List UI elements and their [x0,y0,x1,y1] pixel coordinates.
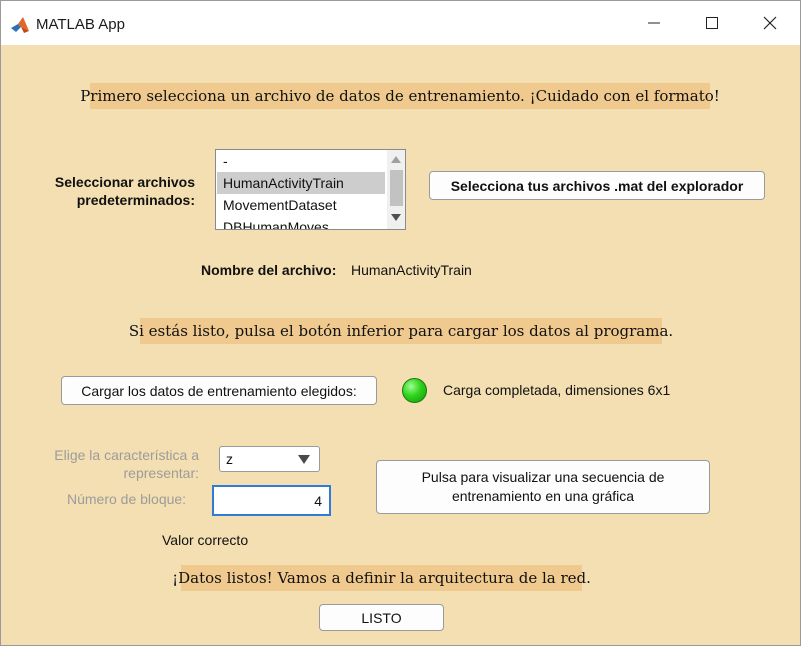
chevron-down-icon [298,455,310,464]
feature-dropdown[interactable]: z [219,446,320,472]
ready-to-load-banner: Si estás listo, pulsa el botón inferior … [129,318,673,344]
load-data-button[interactable]: Cargar los datos de entrenamiento elegid… [61,376,377,405]
scroll-down-icon[interactable] [391,214,401,221]
scrollbar-thumb[interactable] [390,170,403,206]
status-lamp-icon [402,378,427,403]
data-ready-banner: ¡Datos listos! Vamos a definir la arquit… [172,565,591,591]
close-button[interactable] [741,1,799,45]
browse-files-button[interactable]: Selecciona tus archivos .mat del explora… [429,171,765,200]
list-item[interactable]: - [217,150,385,172]
load-status-text: Carga completada, dimensiones 6x1 [443,382,671,398]
select-file-banner: Primero selecciona un archivo de datos d… [80,83,720,109]
scroll-up-icon[interactable] [391,156,401,163]
minimize-button[interactable] [625,1,683,45]
ready-button[interactable]: LISTO [319,604,444,631]
minimize-icon [648,22,660,24]
preset-files-label: Seleccionar archivos predeterminados: [54,174,195,208]
title-bar: MATLAB App [1,1,800,45]
filename-label: Nombre del archivo: [201,262,337,278]
app-window: MATLAB App Primero selecciona un archivo… [0,0,801,646]
maximize-button[interactable] [683,1,741,45]
maximize-icon [706,17,718,29]
filename-value: HumanActivityTrain [351,262,472,278]
block-number-label: Número de bloque: [67,491,187,507]
list-item[interactable]: DBHumanMoves [217,216,385,229]
listbox-scrollbar[interactable] [387,150,405,229]
list-item[interactable]: MovementDataset [217,194,385,216]
list-item-selected[interactable]: HumanActivityTrain [217,172,385,194]
plot-sequence-button[interactable]: Pulsa para visualizar una secuencia de e… [376,460,710,514]
feature-label: Elige la característica a representar: [54,447,199,481]
validation-text: Valor correcto [162,532,249,548]
window-title: MATLAB App [36,16,125,33]
feature-dropdown-value: z [226,451,233,467]
matlab-logo-icon [11,17,29,33]
close-icon [763,16,777,30]
preset-files-listbox[interactable]: - HumanActivityTrain MovementDataset DBH… [215,149,406,230]
block-number-input[interactable] [212,485,331,516]
